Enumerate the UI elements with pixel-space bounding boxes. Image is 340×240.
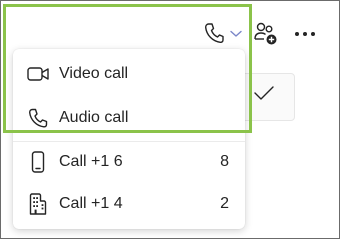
menu-item-call-work[interactable]: Call +1 4 2 (13, 183, 245, 225)
call-options-menu: Video call Audio call Call +1 6 8 Call +… (13, 49, 245, 229)
menu-item-audio-call[interactable]: Audio call (13, 97, 245, 139)
building-icon (27, 193, 49, 215)
phone-icon (27, 107, 49, 129)
menu-item-video-call[interactable]: Video call (13, 53, 245, 95)
menu-item-label: Audio call (59, 109, 129, 126)
screenshot-frame: Video call Audio call Call +1 6 8 Call +… (0, 0, 340, 239)
add-people-icon (254, 22, 277, 45)
menu-item-count: 8 (220, 153, 229, 170)
video-camera-icon (27, 63, 49, 85)
chevron-down-icon (230, 30, 242, 37)
phone-icon (204, 23, 224, 44)
menu-item-call-mobile[interactable]: Call +1 6 8 (13, 141, 245, 183)
mobile-phone-icon (27, 151, 49, 173)
call-button[interactable] (203, 21, 225, 45)
add-people-button[interactable] (253, 21, 279, 47)
checkmark-icon (254, 86, 274, 100)
call-options-chevron[interactable] (229, 29, 243, 39)
menu-item-label: Call +1 4 (59, 195, 123, 212)
more-options-button[interactable] (293, 27, 317, 41)
menu-item-count: 2 (220, 195, 229, 212)
menu-item-label: Call +1 6 (59, 153, 123, 170)
menu-item-label: Video call (59, 65, 129, 82)
more-options-icon (295, 32, 315, 36)
